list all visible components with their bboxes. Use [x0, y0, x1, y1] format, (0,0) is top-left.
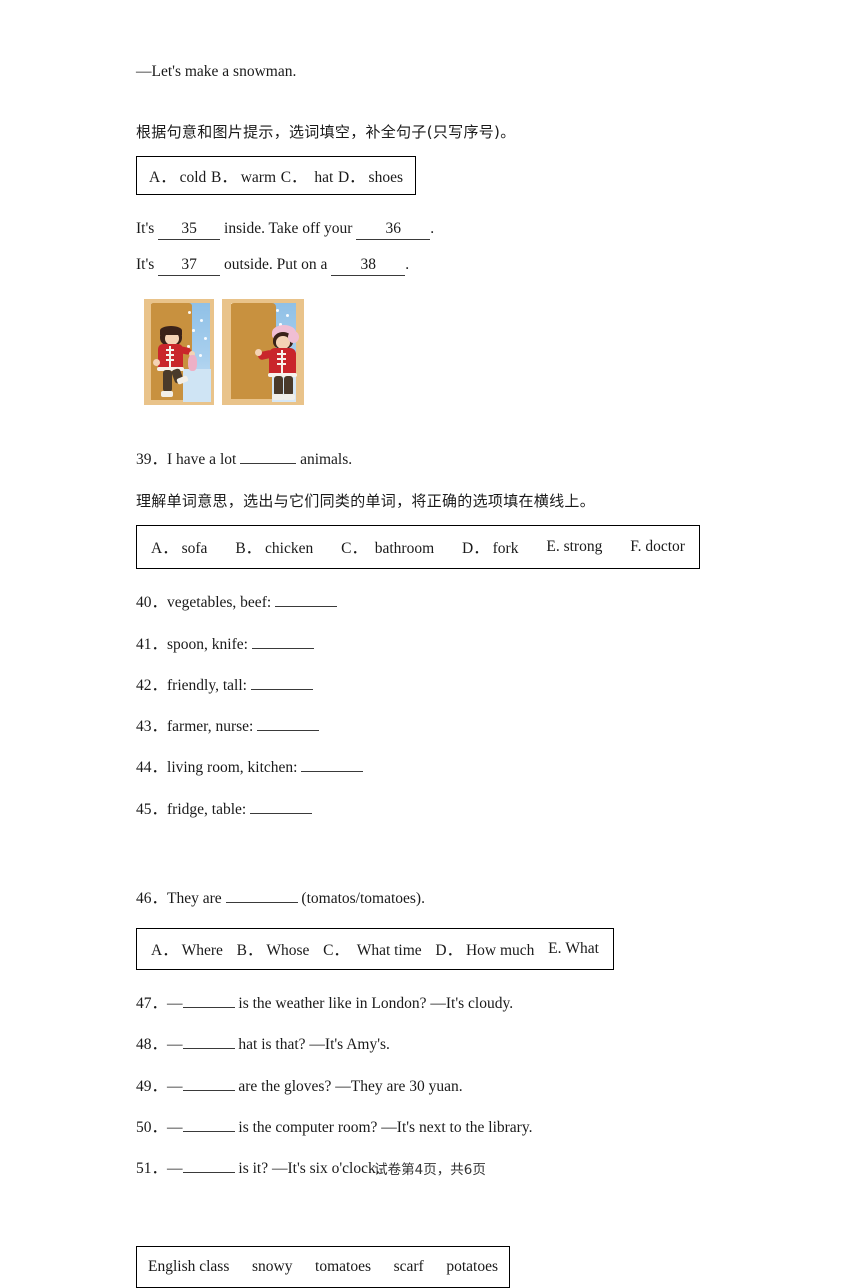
- question-text: spoon, knife:: [167, 635, 248, 653]
- question-text: fridge, table:: [167, 800, 247, 818]
- question-text-before: I have a lot: [167, 451, 237, 469]
- question-number: 39．: [136, 451, 168, 469]
- blank-38[interactable]: 38: [331, 256, 406, 276]
- question-number: 50．: [136, 1118, 168, 1136]
- option-b[interactable]: B． Whose: [237, 938, 310, 960]
- illustration-outdoor-child: [222, 299, 304, 406]
- blank-35[interactable]: 35: [158, 220, 221, 240]
- options-box-picture-cloze: A． cold B． warm C． hat D． shoes: [136, 156, 416, 196]
- blank-40[interactable]: [275, 606, 338, 608]
- question-text: farmer, nurse:: [167, 718, 254, 736]
- question-number: 45．: [136, 800, 168, 818]
- blank-37[interactable]: 37: [158, 256, 221, 276]
- options-box-question-words: A． Where B． Whose C． What time D． How mu…: [136, 928, 614, 971]
- blank-45[interactable]: [250, 812, 313, 814]
- question-40: 40．vegetables, beef:: [136, 591, 726, 614]
- question-number: 42．: [136, 676, 168, 694]
- instruction-picture-cloze: 根据句意和图片提示，选词填空，补全句子(只写序号)。: [136, 123, 516, 142]
- illustration-indoor-child: [144, 299, 214, 406]
- question-text: living room, kitchen:: [167, 759, 298, 777]
- sentence-37-38: It's 37 outside. Put on a 38.: [136, 253, 726, 277]
- question-text-after: animals.: [300, 451, 353, 469]
- dash: —: [167, 1118, 183, 1136]
- question-number: 48．: [136, 1036, 168, 1054]
- options-box-categorize: A． sofa B． chicken C． bathroom D． fork E…: [136, 525, 700, 570]
- blank-36[interactable]: 36: [356, 220, 431, 240]
- question-42: 42．friendly, tall:: [136, 674, 726, 697]
- option-d[interactable]: D． fork: [462, 536, 518, 558]
- blank-50[interactable]: [182, 1130, 235, 1132]
- blank-47[interactable]: [182, 1007, 235, 1009]
- question-text-before: They are: [167, 889, 222, 907]
- blank-42[interactable]: [250, 688, 313, 690]
- option-d[interactable]: D． How much: [435, 938, 534, 960]
- dash: —: [167, 1077, 183, 1095]
- question-43: 43．farmer, nurse:: [136, 715, 726, 738]
- blank-39[interactable]: [240, 463, 297, 465]
- blank-43[interactable]: [257, 730, 320, 732]
- word-bank-box: English class snowy tomatoes scarf potat…: [136, 1246, 510, 1288]
- option-c[interactable]: C． hat: [281, 165, 334, 187]
- question-49: 49．— are the gloves? —They are 30 yuan.: [136, 1075, 726, 1098]
- sentence-suffix: .: [405, 256, 410, 274]
- question-50: 50．— is the computer room? —It's next to…: [136, 1116, 726, 1139]
- question-number: 49．: [136, 1077, 168, 1095]
- question-41: 41．spoon, knife:: [136, 633, 726, 656]
- blank-48[interactable]: [182, 1048, 235, 1050]
- question-number: 43．: [136, 718, 168, 736]
- question-text: friendly, tall:: [167, 676, 247, 694]
- sentence-middle: inside. Take off your: [224, 220, 353, 238]
- blank-44[interactable]: [301, 771, 364, 773]
- option-c[interactable]: C． What time: [323, 938, 422, 960]
- word-bank-item[interactable]: tomatoes: [315, 1258, 371, 1276]
- question-text: hat is that? —It's Amy's.: [238, 1036, 390, 1054]
- question-45: 45．fridge, table:: [136, 798, 726, 821]
- option-b[interactable]: B． chicken: [235, 536, 313, 558]
- sentence-prefix: It's: [136, 256, 155, 274]
- question-text-after: (tomatos/tomatoes).: [301, 889, 425, 907]
- option-e[interactable]: E. strong: [546, 538, 602, 556]
- word-bank-item[interactable]: snowy: [252, 1258, 292, 1276]
- blank-49[interactable]: [182, 1089, 235, 1091]
- question-number: 46．: [136, 889, 168, 907]
- word-bank-item[interactable]: potatoes: [446, 1258, 498, 1276]
- question-48: 48．— hat is that? —It's Amy's.: [136, 1033, 726, 1056]
- question-47: 47．— is the weather like in London? —It'…: [136, 992, 726, 1015]
- dialog-line: —Let's make a snowman.: [136, 63, 297, 80]
- dash: —: [167, 1036, 183, 1054]
- option-d[interactable]: D． shoes: [338, 165, 403, 187]
- blank-41[interactable]: [251, 647, 314, 649]
- instruction-categorize: 理解单词意思，选出与它们同类的单词，将正确的选项填在横线上。: [136, 492, 596, 511]
- dash: —: [167, 995, 183, 1013]
- option-f[interactable]: F. doctor: [630, 538, 685, 556]
- option-c[interactable]: C． bathroom: [341, 536, 434, 558]
- sentence-35-36: It's 35 inside. Take off your 36.: [136, 217, 726, 241]
- sentence-suffix: .: [430, 220, 435, 238]
- question-number: 41．: [136, 635, 168, 653]
- question-text: are the gloves? —They are 30 yuan.: [238, 1077, 463, 1095]
- page-content: —Let's make a snowman. 根据句意和图片提示，选词填空，补全…: [136, 60, 726, 1288]
- question-number: 44．: [136, 759, 168, 777]
- question-44: 44．living room, kitchen:: [136, 756, 726, 779]
- question-number: 47．: [136, 995, 168, 1013]
- option-a[interactable]: A． Where: [151, 938, 223, 960]
- question-text: is the computer room? —It's next to the …: [238, 1118, 533, 1136]
- option-a[interactable]: A． sofa: [151, 536, 207, 558]
- option-e[interactable]: E. What: [548, 940, 599, 958]
- sentence-prefix: It's: [136, 220, 155, 238]
- illustration-group: [144, 299, 726, 406]
- question-46: 46．They are (tomatos/tomatoes).: [136, 887, 726, 910]
- option-b[interactable]: B． warm: [211, 165, 276, 187]
- blank-46[interactable]: [225, 901, 298, 903]
- option-a[interactable]: A． cold: [149, 165, 206, 187]
- exam-page: —Let's make a snowman. 根据句意和图片提示，选词填空，补全…: [0, 0, 860, 1288]
- word-bank-item[interactable]: English class: [148, 1258, 229, 1276]
- word-bank-item[interactable]: scarf: [394, 1258, 424, 1276]
- question-number: 40．: [136, 594, 168, 612]
- question-text: vegetables, beef:: [167, 594, 272, 612]
- question-text: is the weather like in London? —It's clo…: [238, 995, 514, 1013]
- question-39: 39．I have a lot animals.: [136, 448, 726, 471]
- sentence-middle: outside. Put on a: [224, 256, 328, 274]
- page-footer: 试卷第4页，共6页: [374, 1162, 486, 1178]
